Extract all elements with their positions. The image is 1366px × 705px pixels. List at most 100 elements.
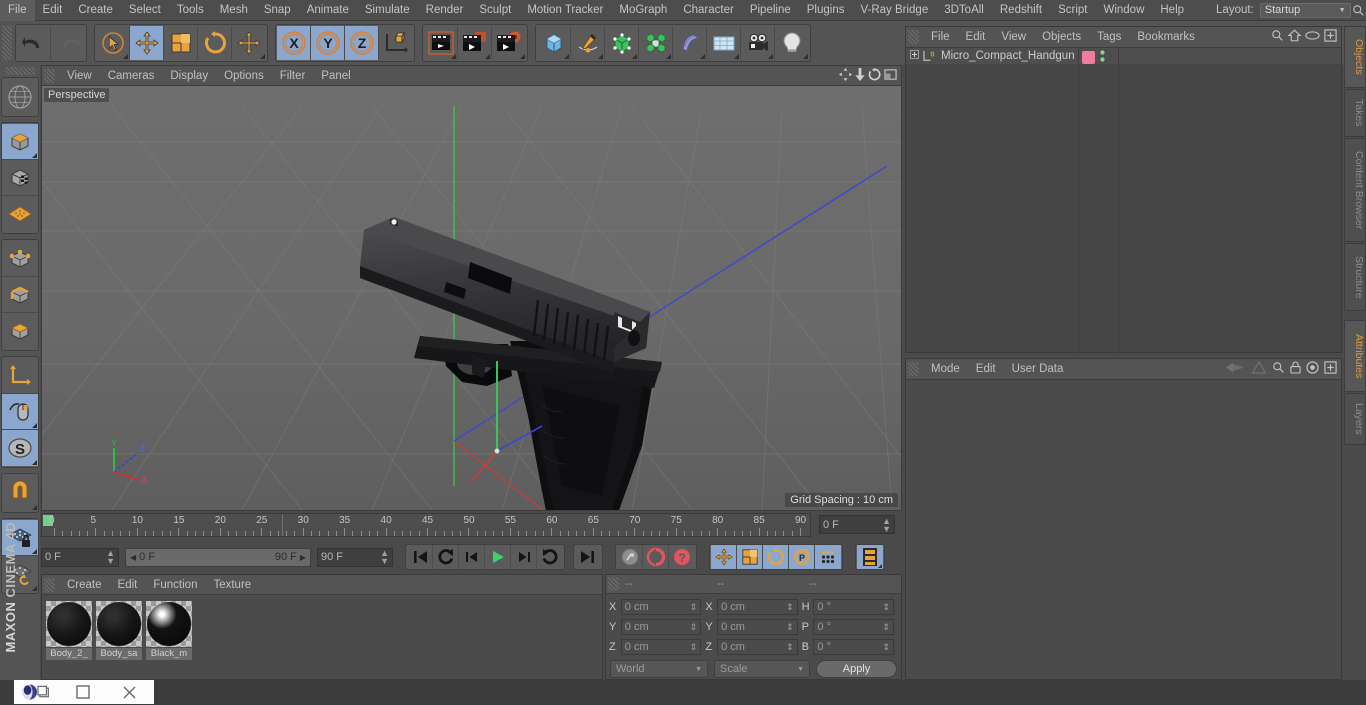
play-forward-icon[interactable] — [485, 545, 511, 569]
rotation-p-input[interactable]: 0 ° ⇕ — [813, 619, 894, 635]
expand-toggle-icon[interactable] — [910, 50, 919, 62]
menu-item-character[interactable]: Character — [675, 0, 742, 21]
add-spline-button[interactable] — [571, 26, 605, 60]
new-layer-icon[interactable] — [1324, 29, 1337, 45]
viewport-grip[interactable] — [44, 68, 55, 83]
search-icon[interactable] — [1351, 4, 1366, 17]
render-settings-button[interactable] — [492, 26, 526, 60]
lock-icon[interactable] — [1290, 361, 1301, 377]
menu-item-3dtoall[interactable]: 3DToAll — [936, 0, 992, 21]
max-frame-field[interactable]: 90 F ▲ ▼ — [317, 547, 393, 567]
spinner-icon[interactable]: ▲ ▼ — [380, 549, 389, 566]
attribute-menu-mode[interactable]: Mode — [923, 359, 968, 380]
move-tool-button[interactable] — [130, 26, 164, 60]
menu-item-script[interactable]: Script — [1050, 0, 1095, 21]
spinner-icon[interactable]: ⇕ — [690, 623, 698, 632]
rotation-h-input[interactable]: 0 ° ⇕ — [813, 599, 894, 615]
close-window-icon[interactable] — [106, 680, 152, 704]
move-axis-button[interactable] — [232, 26, 266, 60]
size-y-input[interactable]: 0 cm ⇕ — [717, 619, 798, 635]
magnet-tool-icon[interactable] — [2, 475, 38, 511]
menu-item-plugins[interactable]: Plugins — [799, 0, 853, 21]
next-frame-icon[interactable] — [511, 545, 537, 569]
viewport-menu-cameras[interactable]: Cameras — [100, 66, 163, 86]
vertical-tab-layers[interactable]: Layers — [1344, 393, 1366, 445]
rotation-key-icon[interactable] — [763, 545, 789, 569]
rotate-tool-button[interactable] — [198, 26, 232, 60]
back-arrow-icon[interactable] — [1224, 361, 1246, 377]
loop-icon[interactable] — [537, 545, 563, 569]
rotate-view-icon[interactable] — [868, 67, 881, 84]
material-preview[interactable] — [146, 601, 192, 647]
menu-item-simulate[interactable]: Simulate — [357, 0, 418, 21]
visibility-dots-icon[interactable] — [1099, 49, 1106, 66]
spinner-icon[interactable]: ⇕ — [690, 603, 698, 612]
spinner-icon[interactable]: ▲ ▼ — [882, 516, 891, 533]
material-item[interactable]: Body_sa — [96, 601, 142, 660]
range-right-arrow-icon[interactable]: ▶ — [300, 553, 306, 562]
preview-range-bar[interactable]: ◀ 0 F 90 F ▶ — [125, 547, 311, 567]
menu-item-create[interactable]: Create — [70, 0, 121, 21]
maximize-window-icon[interactable] — [60, 680, 106, 704]
spinner-icon[interactable]: ⇕ — [882, 603, 890, 612]
object-menu-bookmarks[interactable]: Bookmarks — [1129, 27, 1203, 48]
menu-item-help[interactable]: Help — [1152, 0, 1192, 21]
workplane-mode-icon[interactable] — [2, 196, 38, 232]
object-tree[interactable]: 0 Micro_Compact_Handgun — [906, 48, 1341, 353]
timeline-icon[interactable] — [857, 545, 883, 569]
material-menu-create[interactable]: Create — [59, 575, 110, 595]
menu-item-redshift[interactable]: Redshift — [992, 0, 1050, 21]
new-panel-icon[interactable] — [1324, 361, 1337, 377]
size-z-input[interactable]: 0 cm ⇕ — [717, 639, 798, 655]
material-menu-function[interactable]: Function — [145, 575, 205, 595]
add-camera-button[interactable] — [741, 26, 775, 60]
vertical-tab-structure[interactable]: Structure — [1344, 243, 1366, 311]
menu-item-animate[interactable]: Animate — [299, 0, 357, 21]
spinner-icon[interactable]: ⇕ — [882, 643, 890, 652]
dolly-view-icon[interactable] — [855, 67, 865, 84]
up-arrow-icon[interactable] — [1251, 360, 1267, 377]
target-icon[interactable] — [1306, 361, 1319, 377]
lock-y-axis-button[interactable]: Y — [311, 26, 345, 60]
deformer-button[interactable] — [673, 26, 707, 60]
rotation-b-input[interactable]: 0 ° ⇕ — [813, 639, 894, 655]
object-menu-view[interactable]: View — [993, 27, 1034, 48]
object-menu-edit[interactable]: Edit — [958, 27, 994, 48]
pla-key-icon[interactable]: P — [789, 545, 815, 569]
menu-item-file[interactable]: File — [0, 0, 35, 21]
model-mode-icon[interactable] — [2, 124, 38, 160]
toolbar-grip[interactable] — [2, 26, 12, 60]
object-menu-tags[interactable]: Tags — [1089, 27, 1129, 48]
menu-item-render[interactable]: Render — [418, 0, 472, 21]
search-icon[interactable] — [1272, 361, 1285, 377]
vertical-tab-content-browser[interactable]: Content Browser — [1344, 138, 1366, 242]
pan-view-icon[interactable] — [839, 67, 852, 84]
edge-mode-icon[interactable] — [2, 277, 38, 313]
lock-x-axis-button[interactable]: X — [277, 26, 311, 60]
layout-dropdown[interactable]: Startup ▼ — [1259, 2, 1351, 18]
menu-item-snap[interactable]: Snap — [256, 0, 299, 21]
material-item[interactable]: Body_2_ — [46, 601, 92, 660]
menu-item-motion-tracker[interactable]: Motion Tracker — [519, 0, 611, 21]
object-layer-icon[interactable]: 0 — [922, 50, 937, 63]
coordinates-manager-grip[interactable] — [608, 577, 619, 591]
soft-selection-icon[interactable]: S — [2, 430, 38, 466]
generator-button[interactable] — [605, 26, 639, 60]
position-x-input[interactable]: 0 cm ⇕ — [620, 599, 702, 615]
menu-item-window[interactable]: Window — [1095, 0, 1152, 21]
search-icon[interactable] — [1271, 29, 1284, 45]
position-y-input[interactable]: 0 cm ⇕ — [620, 619, 702, 635]
menu-item-select[interactable]: Select — [121, 0, 169, 21]
add-cube-button[interactable] — [537, 26, 571, 60]
menu-item-sculpt[interactable]: Sculpt — [471, 0, 519, 21]
menu-item-edit[interactable]: Edit — [35, 0, 71, 21]
spinner-icon[interactable]: ⇕ — [882, 623, 890, 632]
viewport-menu-filter[interactable]: Filter — [272, 66, 314, 86]
texture-mode-icon[interactable] — [2, 160, 38, 196]
object-row-handgun[interactable]: 0 Micro_Compact_Handgun — [906, 48, 1341, 65]
material-item[interactable]: Black_m — [146, 601, 192, 660]
material-preview[interactable] — [96, 601, 142, 647]
viewport-menu-view[interactable]: View — [59, 66, 100, 86]
point-level-anim-icon[interactable] — [815, 545, 841, 569]
redo-button[interactable] — [51, 26, 85, 60]
